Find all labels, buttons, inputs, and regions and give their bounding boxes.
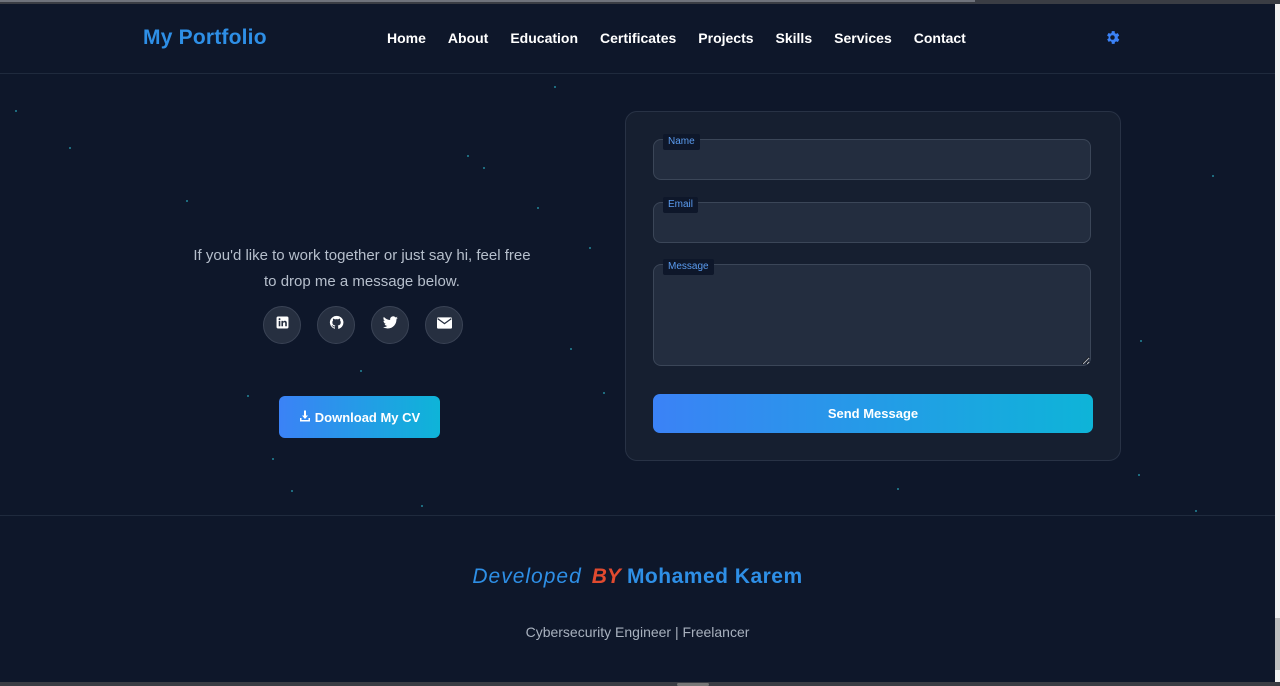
twitter-icon <box>382 316 398 334</box>
scrollbar-thumb[interactable] <box>1275 618 1280 670</box>
email-label: Email <box>663 197 699 213</box>
email-input[interactable] <box>653 202 1091 243</box>
browser-bottom-strip <box>0 682 1280 686</box>
email-link[interactable] <box>425 306 463 344</box>
send-message-button[interactable]: Send Message <box>653 394 1093 433</box>
message-label: Message <box>663 259 714 275</box>
footer: Developed BY Mohamed Karem Cybersecurity E… <box>0 515 1275 683</box>
nav-certificates[interactable]: Certificates <box>600 30 676 46</box>
nav-projects[interactable]: Projects <box>698 30 753 46</box>
footer-credit: Developed BY Mohamed Karem <box>0 565 1275 589</box>
nav-home[interactable]: Home <box>387 30 426 46</box>
download-cv-label: Download My CV <box>314 409 421 425</box>
linkedin-icon <box>276 316 289 334</box>
social-links <box>263 306 479 344</box>
contact-form: Name Email Message Send Message <box>625 111 1121 461</box>
credit-name: Mohamed Karem <box>626 565 803 588</box>
logo[interactable]: My Portfolio <box>143 26 267 50</box>
name-label: Name <box>663 134 700 150</box>
credit-prefix: Developed <box>472 565 582 588</box>
navbar: My Portfolio Home About Education Certif… <box>0 4 1275 74</box>
gear-icon[interactable] <box>1104 29 1121 46</box>
nav-skills[interactable]: Skills <box>776 30 813 46</box>
download-icon <box>299 410 311 425</box>
github-icon <box>329 315 344 335</box>
message-field-group: Message <box>653 259 1093 366</box>
nav-contact[interactable]: Contact <box>914 30 966 46</box>
github-link[interactable] <box>317 306 355 344</box>
nav-education[interactable]: Education <box>510 30 578 46</box>
linkedin-link[interactable] <box>263 306 301 344</box>
email-field-group: Email <box>653 197 1093 243</box>
name-input[interactable] <box>653 139 1091 180</box>
twitter-link[interactable] <box>371 306 409 344</box>
mail-icon <box>436 316 452 334</box>
credit-by: BY <box>591 565 621 588</box>
footer-tagline: Cybersecurity Engineer | Freelancer <box>525 624 750 640</box>
nav-about[interactable]: About <box>448 30 488 46</box>
page: My Portfolio Home About Education Certif… <box>0 0 1280 686</box>
page-scrollbar[interactable] <box>1275 4 1280 684</box>
download-cv-button[interactable]: Download My CV <box>279 396 440 438</box>
message-textarea[interactable] <box>653 264 1091 366</box>
tab-indicator <box>0 0 975 2</box>
nav-links: Home About Education Certificates Projec… <box>387 30 988 46</box>
name-field-group: Name <box>653 134 1093 180</box>
contact-intro: If you'd like to work together or just s… <box>193 247 531 290</box>
nav-services[interactable]: Services <box>834 30 892 46</box>
